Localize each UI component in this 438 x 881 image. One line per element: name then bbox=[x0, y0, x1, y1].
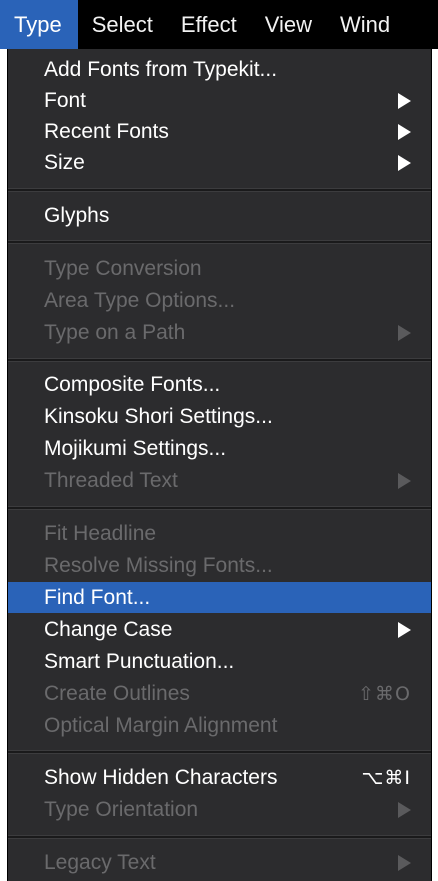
menu-bar: Type Select Effect View Wind bbox=[0, 0, 438, 49]
menubar-window[interactable]: Wind bbox=[326, 0, 404, 49]
submenu-arrow-icon bbox=[398, 92, 411, 109]
menubar-effect[interactable]: Effect bbox=[167, 0, 251, 49]
menu-item-show-hidden-characters[interactable]: Show Hidden Characters ⌥⌘I bbox=[8, 762, 431, 793]
menu-item-label: Size bbox=[44, 150, 85, 174]
menu-item-threaded-text: Threaded Text bbox=[8, 465, 431, 496]
menu-item-type-on-a-path: Type on a Path bbox=[8, 317, 431, 348]
shortcut-label: ⇧⌘O bbox=[358, 682, 411, 705]
menu-item-resolve-missing-fonts: Resolve Missing Fonts... bbox=[8, 550, 431, 581]
menu-item-glyphs[interactable]: Glyphs bbox=[8, 200, 431, 231]
menu-item-smart-punctuation[interactable]: Smart Punctuation... bbox=[8, 646, 431, 677]
menu-item-recent-fonts[interactable]: Recent Fonts bbox=[8, 116, 431, 147]
menu-item-fit-headline: Fit Headline bbox=[8, 518, 431, 549]
submenu-arrow-icon bbox=[398, 324, 411, 341]
menu-separator bbox=[8, 835, 431, 839]
menu-separator bbox=[8, 358, 431, 362]
menu-item-label: Type Orientation bbox=[44, 797, 199, 821]
menu-item-label: Type Conversion bbox=[44, 256, 202, 280]
menu-item-label: Area Type Options... bbox=[44, 288, 236, 312]
menu-separator bbox=[8, 188, 431, 192]
menu-item-type-orientation: Type Orientation bbox=[8, 794, 431, 825]
menu-item-add-fonts-from-typekit[interactable]: Add Fonts from Typekit... bbox=[8, 54, 431, 85]
menu-item-size[interactable]: Size bbox=[8, 147, 431, 178]
menu-item-label: Create Outlines bbox=[44, 681, 190, 705]
shortcut-label: ⌥⌘I bbox=[361, 766, 411, 789]
menu-item-create-outlines: Create Outlines ⇧⌘O bbox=[8, 678, 431, 709]
menubar-view[interactable]: View bbox=[251, 0, 326, 49]
menubar-type[interactable]: Type bbox=[0, 0, 78, 49]
menu-item-legacy-text: Legacy Text bbox=[8, 847, 431, 878]
menu-item-label: Optical Margin Alignment bbox=[44, 713, 278, 737]
submenu-arrow-icon bbox=[398, 621, 411, 638]
menu-item-label: Change Case bbox=[44, 617, 173, 641]
menu-item-change-case[interactable]: Change Case bbox=[8, 614, 431, 645]
menu-item-label: Show Hidden Characters bbox=[44, 765, 278, 789]
menu-item-label: Glyphs bbox=[44, 203, 110, 227]
submenu-arrow-icon bbox=[398, 472, 411, 489]
menu-item-label: Fit Headline bbox=[44, 521, 157, 545]
menu-item-label: Legacy Text bbox=[44, 850, 156, 874]
menubar-select[interactable]: Select bbox=[78, 0, 167, 49]
submenu-arrow-icon bbox=[398, 154, 411, 171]
type-menu-dropdown: Add Fonts from Typekit... Font Recent Fo… bbox=[7, 49, 432, 881]
menu-item-optical-margin-alignment: Optical Margin Alignment bbox=[8, 710, 431, 741]
menu-item-find-font[interactable]: Find Font... bbox=[8, 582, 431, 613]
menu-item-label: Smart Punctuation... bbox=[44, 649, 235, 673]
menu-item-font[interactable]: Font bbox=[8, 85, 431, 116]
menu-item-label: Font bbox=[44, 88, 87, 112]
menu-item-label: Find Font... bbox=[44, 585, 151, 609]
menu-item-mojikumi-settings[interactable]: Mojikumi Settings... bbox=[8, 433, 431, 464]
menu-item-label: Kinsoku Shori Settings... bbox=[44, 404, 273, 428]
menu-item-label: Add Fonts from Typekit... bbox=[44, 57, 278, 81]
menu-item-composite-fonts[interactable]: Composite Fonts... bbox=[8, 369, 431, 400]
menu-separator bbox=[8, 240, 431, 244]
submenu-arrow-icon bbox=[398, 854, 411, 871]
menu-separator bbox=[8, 506, 431, 510]
menu-item-type-conversion: Type Conversion bbox=[8, 253, 431, 284]
menu-item-kinsoku-shori-settings[interactable]: Kinsoku Shori Settings... bbox=[8, 401, 431, 432]
menu-item-label: Type on a Path bbox=[44, 320, 186, 344]
menu-item-label: Recent Fonts bbox=[44, 119, 169, 143]
menu-item-label: Threaded Text bbox=[44, 468, 178, 492]
menu-item-label: Composite Fonts... bbox=[44, 372, 221, 396]
menu-item-label: Mojikumi Settings... bbox=[44, 436, 227, 460]
submenu-arrow-icon bbox=[398, 123, 411, 140]
menu-item-area-type-options: Area Type Options... bbox=[8, 285, 431, 316]
menu-item-label: Resolve Missing Fonts... bbox=[44, 553, 273, 577]
menu-separator bbox=[8, 750, 431, 754]
submenu-arrow-icon bbox=[398, 801, 411, 818]
